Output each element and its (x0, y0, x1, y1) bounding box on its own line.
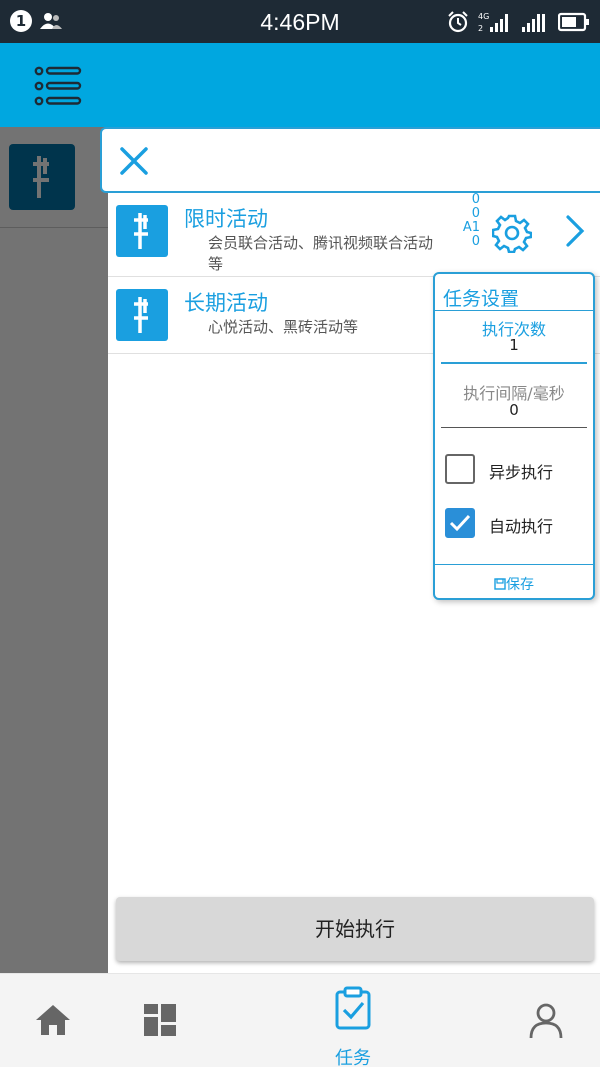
home-icon[interactable] (34, 1002, 72, 1038)
counter-value: A1 (462, 220, 480, 235)
menu-list-icon[interactable] (34, 65, 82, 107)
interval-underline (441, 427, 587, 428)
divider (435, 564, 593, 565)
task-settings-popup: 任务设置 执行次数 1 执行间隔/毫秒 0 异步执行 自动执行 保存 (433, 272, 595, 600)
app-bar (0, 43, 600, 127)
gear-icon[interactable] (492, 213, 532, 253)
app-logo-icon (134, 213, 148, 249)
activity-item-limited[interactable]: 限时活动 会员联合活动、腾讯视频联合活动等 0 0 A1 0 (108, 193, 600, 277)
status-bar: 1 4:46PM 4G 2 (0, 0, 600, 43)
async-label: 异步执行 (489, 463, 554, 482)
battery-icon (558, 12, 589, 32)
exec-count-underline (441, 362, 587, 364)
status-icons: 4G 2 (446, 8, 590, 36)
activity-description: 会员联合活动、腾讯视频联合活动等 (208, 234, 434, 273)
async-checkbox[interactable] (445, 454, 475, 484)
app-logo-icon (134, 297, 148, 333)
clipboard-check-icon (335, 986, 371, 1030)
signal-icon (522, 14, 545, 32)
activity-description: 心悦活动、黑砖活动等 (208, 318, 359, 336)
auto-exec-option[interactable]: 自动执行 (445, 508, 585, 540)
chevron-right-icon[interactable] (564, 213, 586, 249)
save-label: 保存 (506, 577, 534, 593)
panel-header (100, 127, 600, 193)
alarm-icon (448, 11, 468, 33)
activity-tile (116, 289, 168, 341)
interval-field[interactable]: 0 (435, 401, 593, 419)
signal-4g-icon: 4G 2 (478, 12, 508, 33)
counter-value: 0 (471, 206, 480, 221)
activity-tile (116, 205, 168, 257)
counter-value: 0 (471, 234, 480, 249)
save-button[interactable]: 保存 (435, 574, 593, 596)
counter-value: 0 (471, 192, 480, 207)
dashboard-icon[interactable] (142, 1002, 178, 1038)
save-icon (494, 578, 506, 590)
activity-title: 长期活动 (184, 291, 268, 315)
exec-count-field[interactable]: 1 (435, 336, 593, 354)
divider (435, 310, 593, 311)
nav-task-label: 任务 (335, 1048, 371, 1067)
activity-title: 限时活动 (184, 207, 268, 231)
start-execution-button[interactable]: 开始执行 (116, 897, 594, 961)
async-exec-option[interactable]: 异步执行 (445, 454, 585, 486)
auto-label: 自动执行 (489, 517, 554, 536)
checkmark-icon (449, 514, 471, 532)
svg-text:2: 2 (478, 24, 483, 33)
activity-counters: 0 0 A1 0 (430, 193, 480, 249)
svg-text:4G: 4G (478, 12, 489, 21)
bottom-nav: 任务 (0, 973, 600, 1067)
user-icon[interactable] (528, 1002, 564, 1040)
task-settings-title: 任务设置 (443, 288, 520, 310)
auto-checkbox[interactable] (445, 508, 475, 538)
nav-task-tab[interactable]: 任务 (330, 986, 376, 1067)
close-icon[interactable] (118, 145, 150, 177)
